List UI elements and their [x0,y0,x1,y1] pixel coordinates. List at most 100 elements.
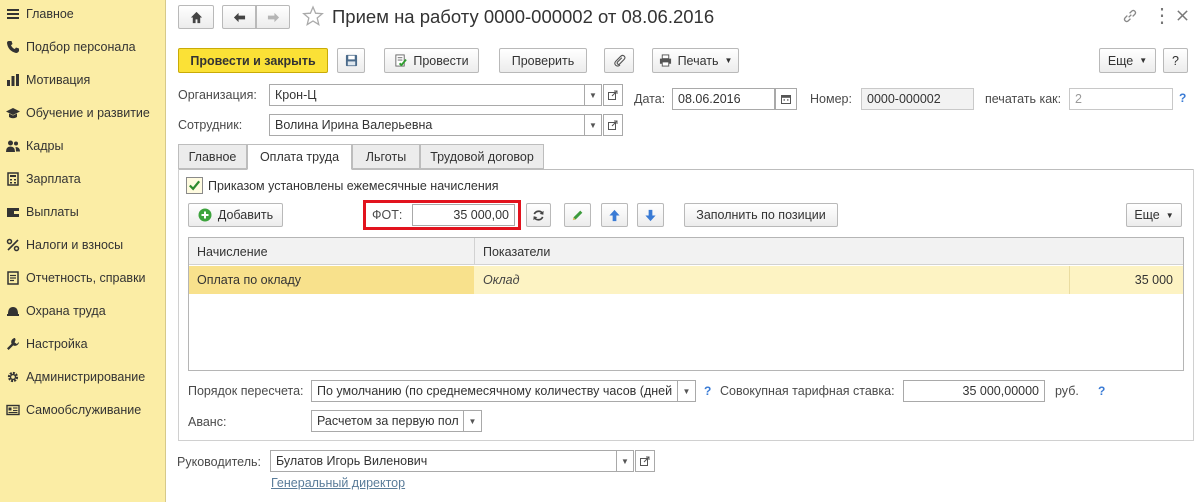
recalc-order-help-icon[interactable]: ? [704,384,711,398]
total-rate-help-icon[interactable]: ? [1098,384,1105,398]
gear-icon [0,370,26,384]
date-field[interactable]: 08.06.2016 [672,88,775,110]
number-field[interactable]: 0000-000002 [861,88,974,110]
chevron-down-icon: ▼ [589,90,597,100]
kebab-menu-icon[interactable]: ⋮ [1152,6,1172,26]
advance-dropdown[interactable]: ▼ [464,410,482,432]
arrow-right-icon [267,12,279,22]
sidebar-item-label: Главное [26,7,74,21]
manager-dropdown[interactable]: ▼ [617,450,634,472]
helmet-icon [0,304,26,318]
sidebar-item-admin[interactable]: Администрирование [0,364,166,390]
sidebar-item-safety[interactable]: Охрана труда [0,298,166,324]
column-divider [1069,266,1070,294]
forward-button[interactable] [256,5,290,29]
date-label: Дата: [634,92,666,106]
manager-field[interactable]: Булатов Игорь Виленович [270,450,617,472]
fill-by-position-button[interactable]: Заполнить по позиции [684,203,838,227]
employee-dropdown[interactable]: ▼ [585,114,602,136]
post-button[interactable]: Провести [384,48,479,73]
add-icon [198,208,212,222]
sidebar-item-label: Подбор персонала [26,40,136,54]
more-button[interactable]: Еще ▼ [1099,48,1156,73]
sidebar: Главное Подбор персонала Мотивация Обуче… [0,0,166,502]
organization-open-button[interactable] [603,84,623,106]
close-icon[interactable] [1176,6,1194,26]
chevron-down-icon: ▼ [724,56,733,65]
recalc-order-field[interactable]: По умолчанию (по среднемесячному количес… [311,380,678,402]
sidebar-item-hr[interactable]: Кадры [0,133,166,159]
advance-field[interactable]: Расчетом за первую пол [311,410,464,432]
employee-field[interactable]: Волина Ирина Валерьевна [269,114,585,136]
sidebar-item-taxes[interactable]: Налоги и взносы [0,232,166,258]
help-button[interactable]: ? [1163,48,1188,73]
sidebar-item-motivation[interactable]: Мотивация [0,67,166,93]
tab-panel-border-bottom [178,440,1194,441]
app-window: Главное Подбор персонала Мотивация Обуче… [0,0,1200,502]
edit-button[interactable] [564,203,591,227]
print-as-label: печатать как: [985,92,1062,106]
number-label: Номер: [810,92,852,106]
total-rate-field[interactable]: 35 000,00000 [903,380,1045,402]
attach-button[interactable] [604,48,634,73]
tab-panel-border-right [1193,169,1194,441]
organization-field[interactable]: Крон-Ц [269,84,585,106]
post-and-close-button[interactable]: Провести и закрыть [178,48,328,73]
organization-dropdown[interactable]: ▼ [585,84,602,106]
advance-label: Аванс: [188,415,227,429]
chart-bars-icon [0,73,26,87]
tab-contract[interactable]: Трудовой договор [420,144,544,169]
sidebar-item-training[interactable]: Обучение и развитие [0,100,166,126]
link-icon[interactable] [1122,8,1140,26]
fot-field[interactable]: 35 000,00 [412,204,515,226]
pay-more-button-label: Еще [1134,208,1160,222]
refresh-icon [533,209,544,221]
tab-payment[interactable]: Оплата труда [247,144,352,170]
monthly-accruals-checkbox[interactable] [186,177,203,194]
tab-benefits[interactable]: Льготы [352,144,420,169]
sidebar-item-salary[interactable]: Зарплата [0,166,166,192]
sidebar-item-recruiting[interactable]: Подбор персонала [0,34,166,60]
recalc-order-dropdown[interactable]: ▼ [678,380,696,402]
column-header-indicators[interactable]: Показатели [483,238,550,265]
column-header-accrual[interactable]: Начисление [197,238,268,265]
favorite-star-icon[interactable] [302,5,324,27]
manager-position-link[interactable]: Генеральный директор [271,476,405,490]
report-icon [0,271,26,285]
sidebar-item-label: Самообслуживание [26,403,142,417]
save-button[interactable] [337,48,365,73]
page-title: Прием на работу 0000-000002 от 08.06.201… [332,6,715,27]
date-picker-button[interactable] [775,88,797,110]
sidebar-item-settings[interactable]: Настройка [0,331,166,357]
move-down-button[interactable] [637,203,664,227]
manager-open-button[interactable] [635,450,655,472]
fot-label: ФОТ: [372,208,403,222]
back-button[interactable] [222,5,256,29]
monthly-accruals-label: Приказом установлены ежемесячные начисле… [208,179,499,193]
add-accrual-button[interactable]: Добавить [188,203,283,227]
sidebar-item-selfservice[interactable]: Самообслуживание [0,397,166,423]
sidebar-item-main[interactable]: Главное [0,1,166,27]
sidebar-item-reports[interactable]: Отчетность, справки [0,265,166,291]
print-as-field[interactable]: 2 [1069,88,1173,110]
home-button[interactable] [178,5,214,29]
refresh-button[interactable] [526,203,551,227]
tab-panel-border-left [178,169,179,441]
chevron-down-icon: ▼ [1165,210,1174,220]
print-button[interactable]: Печать ▼ [652,48,739,73]
chevron-down-icon: ▼ [589,120,597,130]
id-card-icon [0,403,26,417]
check-button[interactable]: Проверить [499,48,587,73]
wrench-icon [0,337,26,351]
move-up-button[interactable] [601,203,628,227]
sidebar-item-payments[interactable]: Выплаты [0,199,166,225]
print-as-help-icon[interactable]: ? [1179,91,1186,105]
graduation-cap-icon [0,106,26,120]
open-form-icon [640,456,650,466]
sidebar-item-label: Администрирование [26,370,146,384]
tab-main[interactable]: Главное [178,144,247,169]
pay-more-button[interactable]: Еще ▼ [1126,203,1182,227]
chevron-down-icon: ▼ [468,416,477,426]
table-row[interactable]: Оплата по окладу Оклад 35 000 [189,266,1183,294]
employee-open-button[interactable] [603,114,623,136]
